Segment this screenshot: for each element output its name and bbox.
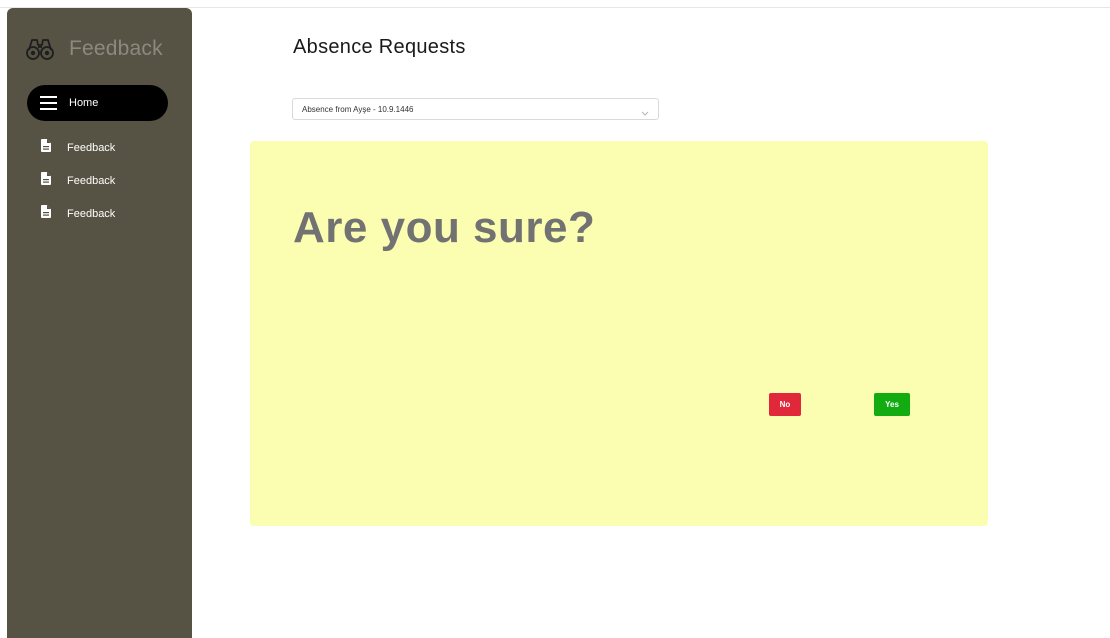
absence-request-select[interactable]: Absence from Ayşe - 10.9.1446: [292, 98, 659, 120]
sidebar-item-feedback-3[interactable]: Feedback: [41, 205, 115, 223]
select-value: Absence from Ayşe - 10.9.1446: [302, 104, 414, 114]
sidebar-item-label: Feedback: [67, 142, 116, 154]
document-icon: [41, 205, 51, 223]
confirmation-panel: Are you sure? No Yes: [250, 141, 988, 526]
sidebar-item-feedback-1[interactable]: Feedback: [41, 139, 115, 157]
sidebar-item-label: Feedback: [67, 175, 116, 187]
sidebar-item-label: Home: [69, 97, 99, 109]
hamburger-menu-icon: [40, 96, 57, 110]
confirmation-question: Are you sure?: [293, 203, 596, 252]
yes-button[interactable]: Yes: [874, 393, 910, 416]
brand-title: Feedback: [69, 37, 163, 60]
sidebar: Feedback Home Feedback Feedback Feedback: [7, 8, 192, 638]
document-icon: [41, 139, 51, 157]
page-title: Absence Requests: [293, 36, 466, 58]
document-icon: [41, 172, 51, 190]
sidebar-item-feedback-2[interactable]: Feedback: [41, 172, 115, 190]
no-button[interactable]: No: [769, 393, 801, 416]
binoculars-icon: [25, 36, 55, 62]
chevron-down-icon: [641, 104, 649, 122]
sidebar-item-home[interactable]: Home: [27, 85, 168, 121]
sidebar-item-label: Feedback: [67, 208, 116, 220]
brand[interactable]: Feedback: [25, 36, 163, 62]
